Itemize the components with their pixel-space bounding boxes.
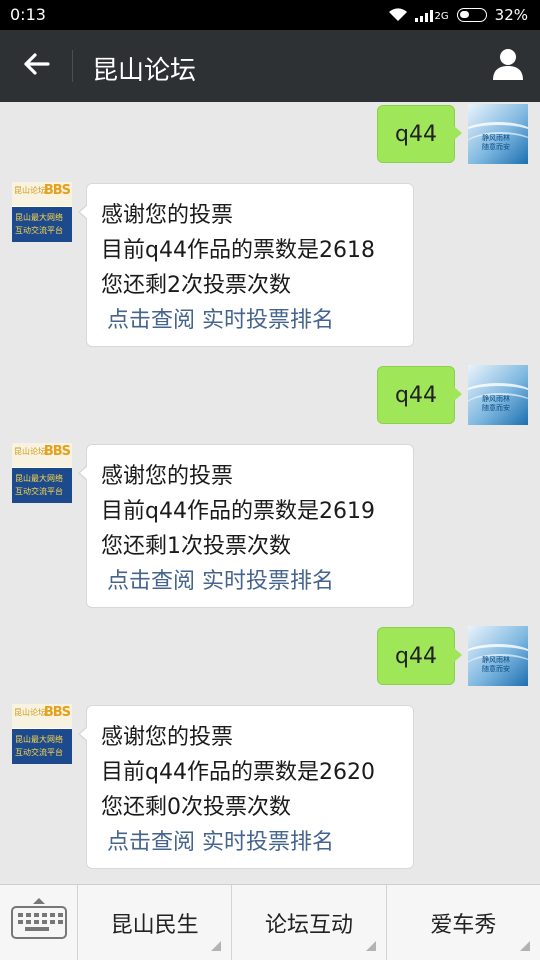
message-line: 您还剩1次投票次数 (101, 534, 291, 559)
user-avatar[interactable]: 静风雨林 随意而安 (468, 365, 528, 425)
bottom-menu-bar: 昆山民生 论坛互动 爱车秀 (0, 884, 540, 960)
avatar-slogan: 昆山最大网络 (15, 474, 63, 483)
status-time: 0:13 (10, 5, 46, 24)
battery-icon (456, 8, 487, 22)
sent-message-bubble[interactable]: q44 (377, 105, 462, 163)
message-line: 感谢您的投票 (101, 464, 234, 489)
received-message-bubble[interactable]: 感谢您的投票 目前q44作品的票数是2620 您还剩0次投票次数 点击查阅 实时… (78, 705, 414, 869)
message-line: 目前q44作品的票数是2620 (101, 760, 375, 785)
message-line: 您还剩0次投票次数 (101, 795, 291, 820)
header-divider (72, 50, 73, 82)
person-icon (491, 48, 525, 84)
submenu-indicator-icon (211, 941, 222, 951)
account-avatar[interactable]: 昆山论坛 BBS 昆山最大网络 互动交流平台 (12, 182, 72, 242)
avatar-logo-text: 昆山论坛 (14, 708, 46, 717)
received-message-bubble[interactable]: 感谢您的投票 目前q44作品的票数是2619 您还剩1次投票次数 点击查阅 实时… (78, 444, 414, 608)
signal-icon: 2G (414, 8, 449, 22)
page-title: 昆山论坛 (92, 56, 197, 86)
message-line: 目前q44作品的票数是2618 (101, 238, 375, 263)
avatar-text: 随意而安 (482, 143, 510, 151)
avatar-logo-text: 昆山论坛 (14, 447, 46, 456)
arrow-left-icon (22, 52, 50, 80)
account-avatar[interactable]: 昆山论坛 BBS 昆山最大网络 互动交流平台 (12, 704, 72, 764)
avatar-slogan: 昆山最大网络 (15, 735, 63, 744)
message-text: q44 (395, 121, 437, 147)
avatar-text: 静风雨林 (482, 134, 510, 142)
submenu-indicator-icon (365, 941, 376, 951)
message-text: q44 (395, 382, 437, 408)
user-avatar[interactable]: 静风雨林 随意而安 (468, 626, 528, 686)
avatar-text: 随意而安 (482, 404, 510, 412)
message-line: 感谢您的投票 (101, 203, 234, 228)
submenu-indicator-icon (519, 941, 530, 951)
avatar-slogan: 互动交流平台 (15, 226, 63, 235)
avatar-logo-bbs: BBS (43, 705, 71, 720)
wifi-icon (388, 8, 407, 22)
menu-car-show[interactable]: 爱车秀 (387, 885, 540, 960)
status-indicators: 2G 32% (388, 6, 528, 24)
menu-forum-interaction[interactable]: 论坛互动 (232, 885, 387, 960)
avatar-text: 静风雨林 (482, 656, 510, 664)
received-message-bubble[interactable]: 感谢您的投票 目前q44作品的票数是2618 您还剩2次投票次数 点击查阅 实时… (78, 183, 414, 347)
keyboard-icon (11, 898, 67, 939)
ranking-link[interactable]: 实时投票排名 (202, 569, 334, 594)
signal-label: 2G (434, 11, 449, 22)
account-avatar[interactable]: 昆山论坛 BBS 昆山最大网络 互动交流平台 (12, 443, 72, 503)
keyboard-toggle-button[interactable] (0, 885, 78, 960)
avatar-logo-bbs: BBS (43, 444, 71, 459)
status-bar: 0:13 2G 32% (0, 0, 540, 30)
avatar-text: 随意而安 (482, 665, 510, 673)
ranking-link[interactable]: 实时投票排名 (202, 308, 334, 333)
avatar-text: 静风雨林 (482, 395, 510, 403)
message-links: 点击查阅 实时投票排名 (101, 303, 413, 338)
menu-kunshan-minsheng[interactable]: 昆山民生 (78, 885, 233, 960)
sent-message-bubble[interactable]: q44 (377, 366, 462, 424)
avatar-slogan: 互动交流平台 (15, 748, 63, 757)
avatar-slogan: 昆山最大网络 (15, 213, 63, 222)
back-button[interactable] (14, 46, 58, 86)
message-links: 点击查阅 实时投票排名 (101, 825, 413, 860)
menu-label: 爱车秀 (430, 913, 497, 938)
menu-label: 论坛互动 (264, 913, 353, 938)
chat-header: 昆山论坛 (0, 30, 540, 102)
profile-button[interactable] (486, 44, 530, 88)
view-link[interactable]: 点击查阅 (107, 830, 195, 855)
user-avatar[interactable]: 静风雨林 随意而安 (468, 104, 528, 164)
menu-label: 昆山民生 (110, 913, 199, 938)
sent-message-bubble[interactable]: q44 (377, 627, 462, 685)
message-list[interactable]: q44 静风雨林 随意而安 昆山论坛 BBS 昆山最大网络 互动交流平台 感谢您的投票… (0, 102, 540, 884)
view-link[interactable]: 点击查阅 (107, 569, 195, 594)
avatar-slogan: 互动交流平台 (15, 487, 63, 496)
message-text: q44 (395, 643, 437, 669)
message-line: 您还剩2次投票次数 (101, 273, 291, 298)
avatar-logo-text: 昆山论坛 (14, 186, 46, 195)
message-line: 目前q44作品的票数是2619 (101, 499, 375, 524)
avatar-logo-bbs: BBS (43, 183, 71, 198)
view-link[interactable]: 点击查阅 (107, 308, 195, 333)
ranking-link[interactable]: 实时投票排名 (202, 830, 334, 855)
message-links: 点击查阅 实时投票排名 (101, 564, 413, 599)
message-line: 感谢您的投票 (101, 725, 234, 750)
battery-level: 32% (494, 6, 528, 24)
